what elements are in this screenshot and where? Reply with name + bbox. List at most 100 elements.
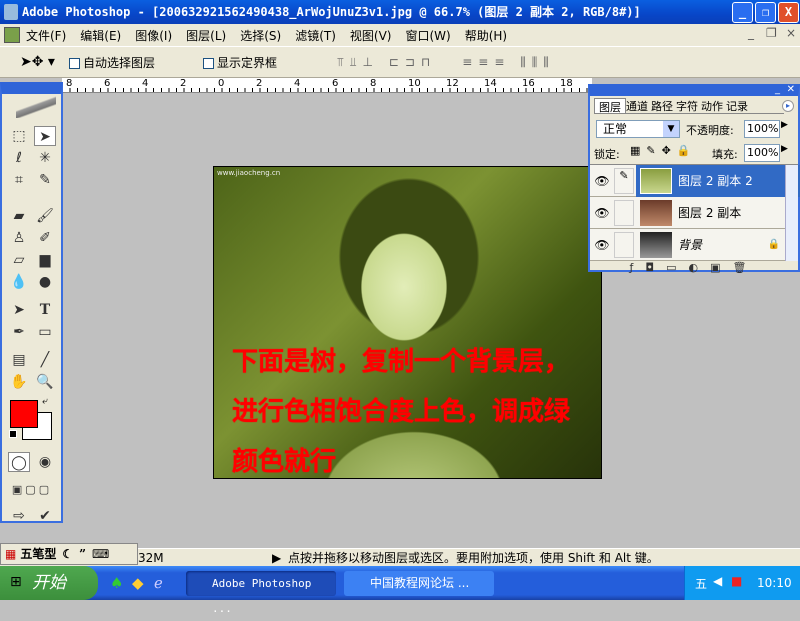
quicklaunch-icon[interactable]: ◆ — [132, 574, 144, 592]
layer-name: 图层 2 副本 — [678, 206, 742, 220]
feather-logo-icon[interactable] — [16, 96, 56, 118]
photoshop-app-icon — [4, 4, 18, 20]
lasso-tool-icon[interactable]: ℓ — [8, 148, 30, 168]
menu-view[interactable]: 视图(V) — [350, 27, 392, 44]
tab-history[interactable]: 记录 — [726, 98, 751, 113]
task-forum[interactable]: 中国教程网论坛 ... — [344, 571, 494, 596]
distribute-buttons-icon[interactable]: ≡≡≡ ⫼⫼⫼ — [462, 55, 555, 70]
path-select-icon[interactable]: ➤ — [8, 300, 30, 320]
layer-row[interactable]: 👁 ✎ 图层 2 副本 2 — [590, 164, 800, 197]
ime-tray-icon[interactable]: 五 — [695, 575, 707, 592]
menu-file[interactable]: 文件(F) — [26, 27, 66, 44]
task-label: Adobe Photoshop ... — [212, 577, 312, 615]
doc-restore-icon[interactable]: ❐ — [766, 26, 777, 40]
link-slot — [614, 199, 634, 226]
type-tool-icon[interactable]: T — [34, 300, 56, 320]
gradient-tool-icon[interactable]: ▆ — [34, 250, 56, 270]
blur-tool-icon[interactable]: 💧 — [8, 272, 30, 292]
quicklaunch-icon[interactable]: ♠ — [110, 574, 123, 592]
history-brush-icon[interactable]: ✐ — [34, 228, 56, 248]
blend-mode-select[interactable]: 正常 ▼ — [596, 120, 680, 138]
panel-close-icon[interactable]: ✕ — [787, 84, 795, 95]
slice-tool-icon[interactable]: ✎ — [34, 170, 56, 190]
tab-character[interactable]: 字符 — [676, 98, 701, 113]
show-bounds-checkbox[interactable]: 显示定界框 — [202, 54, 277, 71]
ime-toolbar[interactable]: ▦ 五笔型 ☾ ” ⌨ — [0, 543, 138, 565]
notes-tool-icon[interactable]: ▤ — [8, 350, 30, 370]
hand-tool-icon[interactable]: ✋ — [8, 372, 30, 392]
blend-mode-value: 正常 — [603, 122, 628, 136]
fill-slider-arrow-icon[interactable]: ▶ — [781, 144, 788, 154]
foreground-color-swatch[interactable] — [10, 400, 38, 428]
close-button[interactable]: X — [778, 2, 799, 23]
doc-close-icon[interactable]: × — [786, 26, 796, 40]
auto-select-checkbox[interactable]: 自动选择图层 — [68, 54, 155, 71]
opacity-slider-arrow-icon[interactable]: ▶ — [781, 120, 788, 130]
doc-size: 32M — [138, 551, 164, 565]
healing-brush-icon[interactable]: ▰ — [8, 206, 30, 226]
menu-edit[interactable]: 编辑(E) — [80, 27, 121, 44]
opacity-input[interactable]: 100% — [744, 120, 780, 138]
menu-image[interactable]: 图像(I) — [135, 27, 172, 44]
document-canvas[interactable]: www.jiaocheng.cn 下面是树，复制一个背景层， 进行色相饱合度上色… — [213, 166, 602, 479]
swap-colors-icon[interactable]: ⤶ — [42, 396, 48, 407]
menu-select[interactable]: 选择(S) — [240, 27, 281, 44]
tray-app-icon[interactable]: ■ — [731, 574, 742, 588]
menu-help[interactable]: 帮助(H) — [465, 27, 507, 44]
standard-mode-icon[interactable]: ◯ — [8, 452, 30, 472]
toolbox: ⬚ ➤ ℓ ✳ ⌗ ✎ ▰ 🖌 ♙ ✐ ▱ ▆ 💧 ● ➤ T ✒ ▭ ▤ ╱ … — [0, 82, 63, 526]
brush-tool-icon[interactable]: 🖌 — [34, 206, 56, 226]
magic-wand-icon[interactable]: ✳ — [34, 148, 56, 168]
eyedropper-icon[interactable]: ╱ — [34, 350, 56, 370]
doc-minimize-icon[interactable]: _ — [748, 26, 754, 40]
fill-label: 填充: — [712, 148, 738, 161]
start-label: 开始 — [32, 573, 66, 593]
shape-tool-icon[interactable]: ▭ — [34, 322, 56, 342]
clone-stamp-icon[interactable]: ♙ — [8, 228, 30, 248]
zoom-tool-icon[interactable]: 🔍 — [34, 372, 56, 392]
tab-paths[interactable]: 路径 — [651, 98, 676, 113]
menu-layer[interactable]: 图层(L) — [186, 27, 226, 44]
ie-icon[interactable]: ℯ — [154, 574, 163, 592]
crop-tool-icon[interactable]: ⌗ — [8, 170, 30, 190]
ruler-marks — [62, 88, 592, 92]
task-photoshop[interactable]: Adobe Photoshop ... — [186, 571, 336, 615]
brush-link-icon: ✎ — [614, 167, 634, 194]
maximize-button[interactable]: ❐ — [755, 2, 776, 23]
quick-mask-icon[interactable]: ◉ — [34, 452, 56, 472]
tab-layers[interactable]: 图层 — [594, 98, 626, 114]
show-bounds-label: 显示定界框 — [216, 55, 277, 70]
menu-filter[interactable]: 滤镜(T) — [295, 27, 336, 44]
default-colors-icon[interactable] — [9, 430, 17, 438]
status-bar: ▦ 五笔型 ☾ ” ⌨ 32M ▶ 点按并拖移以移动图层或选区。要用附加选项，使… — [0, 543, 800, 566]
layer-row[interactable]: 👁 背景 🔒 — [590, 229, 786, 261]
lock-options-icons[interactable]: ▦✎✥🔒 — [630, 144, 697, 157]
screen-mode-icons[interactable]: ▣▢▢ — [6, 480, 58, 500]
move-tool-preset-icon[interactable]: ➤✥ ▾ — [20, 54, 55, 70]
eraser-tool-icon[interactable]: ▱ — [8, 250, 30, 270]
fill-input[interactable]: 100% — [744, 144, 780, 162]
layer-row[interactable]: 👁 图层 2 副本 — [590, 197, 786, 229]
minimize-button[interactable]: _ — [732, 2, 753, 23]
panel-menu-icon[interactable]: ▸ — [782, 100, 794, 112]
tab-channels[interactable]: 通道 — [626, 98, 651, 113]
eye-icon[interactable]: 👁 — [590, 238, 614, 252]
task-label: 中国教程网论坛 ... — [370, 576, 470, 590]
checkmark-icon[interactable]: ✔ — [34, 506, 56, 526]
move-tool-icon[interactable]: ➤ — [34, 126, 56, 146]
menu-window[interactable]: 窗口(W) — [405, 27, 450, 44]
pen-tool-icon[interactable]: ✒ — [8, 322, 30, 342]
align-buttons-icon[interactable]: ⫪⫫⊥ ⊏⊐⊓ — [337, 55, 436, 70]
panel-minimize-icon[interactable]: _ — [775, 84, 780, 95]
eye-icon[interactable]: 👁 — [590, 174, 614, 188]
dodge-tool-icon[interactable]: ● — [34, 272, 56, 292]
jump-to-imageready-icon[interactable]: ⇨ — [8, 506, 30, 526]
eye-icon[interactable]: 👁 — [590, 206, 614, 220]
marquee-tool-icon[interactable]: ⬚ — [8, 126, 30, 146]
tab-actions[interactable]: 动作 — [701, 98, 726, 113]
keyboard-icon: ⌨ — [92, 547, 110, 561]
layers-scrollbar[interactable] — [785, 165, 798, 261]
tray-expand-icon[interactable]: ◀ — [713, 574, 722, 588]
layers-footer-buttons[interactable]: ƒ◘▭◐▣🗑 — [590, 261, 798, 275]
window-title: Adobe Photoshop - [200632921562490438_Ar… — [22, 5, 641, 19]
